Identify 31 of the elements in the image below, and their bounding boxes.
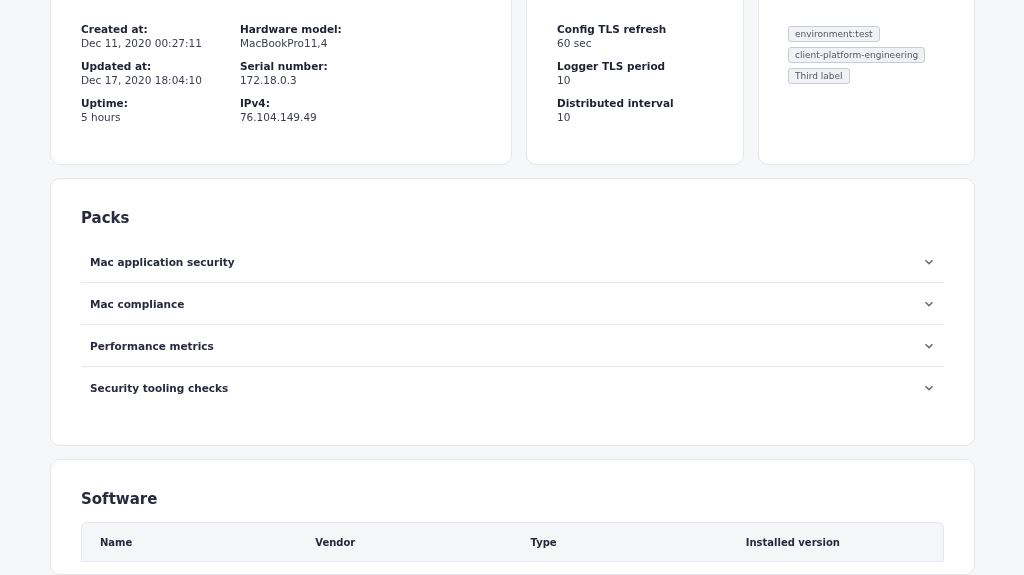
- pack-accordion-row[interactable]: Performance metrics: [81, 325, 944, 367]
- column-header[interactable]: Vendor: [297, 536, 513, 548]
- field-label: Uptime:: [81, 97, 129, 109]
- field-label: Hardware model:: [239, 23, 342, 35]
- field-label: Serial number:: [239, 60, 329, 72]
- field-value: 5 hours: [81, 111, 122, 123]
- pack-accordion-row[interactable]: Security tooling checks: [81, 367, 944, 409]
- column-header[interactable]: Name: [82, 536, 298, 548]
- field-label: Distributed interval: [557, 97, 675, 109]
- section-title: Software: [81, 490, 159, 508]
- field-value: Dec 11, 2020 00:27:11: [81, 37, 202, 49]
- label-tag: Third label: [788, 68, 850, 84]
- field-value: 10: [557, 111, 572, 123]
- pack-accordion-row[interactable]: Mac compliance: [81, 283, 944, 325]
- field-value: 76.104.149.49: [239, 111, 318, 123]
- field-label: Config TLS refresh: [557, 23, 668, 35]
- label-tag: environment:test: [788, 26, 880, 42]
- field-label: IPv4:: [239, 97, 271, 109]
- field-label: Created at:: [81, 23, 149, 35]
- field-value: 60 sec: [557, 37, 593, 49]
- section-title: Packs: [81, 209, 131, 227]
- field-value: 10: [557, 74, 572, 86]
- field-value: Dec 17, 2020 18:04:10: [81, 74, 202, 86]
- column-header[interactable]: Installed version: [727, 536, 943, 548]
- column-header[interactable]: Type: [512, 536, 728, 548]
- field-value: 172.18.0.3: [239, 74, 298, 86]
- label-tag: client-platform-engineering: [788, 47, 926, 63]
- pack-accordion-row[interactable]: Mac application security: [81, 241, 944, 283]
- field-label: Updated at:: [81, 60, 153, 72]
- field-label: Logger TLS period: [557, 60, 667, 72]
- field-value: MacBookPro11,4: [239, 37, 329, 49]
